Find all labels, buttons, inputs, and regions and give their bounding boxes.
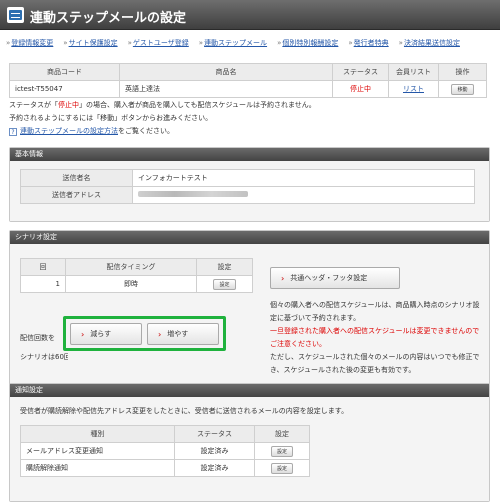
limit-text: シナリオは60回まで増やせます。 [20,353,68,361]
sender-name-label: 送信者名 [20,169,133,187]
count-label: 配信回数を [20,334,55,342]
notification-type: 購読解除通知 [20,459,175,477]
common-header-footer-button[interactable]: › 共通ヘッダ・フッタ設定 [270,267,400,289]
nav-link-publisher-bonus[interactable]: 発行者特典 [348,38,389,50]
col-header-list: 会員リスト [388,63,439,81]
sender-name-value: インフォカートテスト [132,169,475,187]
nav-link-registration[interactable]: 登録情報変更 [6,38,53,50]
notification-type: メールアドレス変更通知 [20,442,175,460]
notification-status: 設定済み [174,442,255,460]
scenario-setting-button[interactable]: 設定 [213,278,236,290]
note-status-red: 停止中 [58,101,79,109]
mail-settings-icon [7,7,24,23]
basic-info-section: 基本情報 送信者名 インフォカートテスト 送信者アドレス [9,147,490,222]
col-header-timing: 配信タイミング [65,258,197,276]
help-icon: ? [9,128,17,136]
scenario-number: 1 [20,275,66,293]
note-text: ステータスが「 [9,101,58,109]
section-header: 通知設定 [10,384,489,397]
col-header-status: ステータス [332,63,389,81]
button-label: 増やす [167,330,189,338]
col-header-action: 操作 [438,63,487,81]
product-table: 商品コード 商品名 ステータス 会員リスト 操作 ictest-T55047 英… [9,63,487,98]
note-line-1: ステータスが「停止中」の場合、購入者が商品を購入しても配信スケジュールは予約され… [9,99,489,112]
table-row: メールアドレス変更通知 設定済み 設定 [20,442,310,460]
title-bar: 連動ステップメールの設定 [0,0,500,30]
sender-address-label: 送信者アドレス [20,186,133,204]
table-row: 購読解除通知 設定済み 設定 [20,459,310,477]
notification-status: 設定済み [174,459,255,477]
warning-text: 一旦登録された購入者への配信スケジュールは変更できませんのでご注意ください。 [270,327,480,348]
help-link[interactable]: 連動ステップメールの設定方法 [20,127,118,135]
status-notes: ステータスが「停止中」の場合、購入者が商品を購入しても配信スケジュールは予約され… [9,99,489,138]
basic-info-table: 送信者名 インフォカートテスト 送信者アドレス [20,169,475,204]
col-header-number: 回 [20,258,66,276]
section-header: シナリオ設定 [10,231,489,244]
notification-setting-button[interactable]: 設定 [270,445,293,457]
nav-links: 登録情報変更 サイト保護設定 ゲストユーザ登録 連動ステップメール 個別特別報酬… [6,38,498,50]
notification-description: 受信者が購読解除や配信先アドレス変更をしたときに、受信者に送信されるメールの内容… [20,407,349,415]
table-row: ictest-T55047 英語上達法 停止中 リスト 移動 [9,80,487,98]
col-header-type: 種別 [20,425,175,443]
table-header-row: 商品コード 商品名 ステータス 会員リスト 操作 [9,63,487,81]
chevron-right-icon: › [81,329,85,339]
button-label: 共通ヘッダ・フッタ設定 [290,274,368,282]
increase-button[interactable]: › 増やす [147,323,219,345]
col-header-name: 商品名 [119,63,333,81]
col-header-setting: 設定 [254,425,310,443]
note-text: をご覧ください。 [118,127,174,135]
notification-setting-button[interactable]: 設定 [270,462,293,474]
page-title: 連動ステップメールの設定 [30,11,187,26]
scenario-timing: 即時 [65,275,197,293]
nav-link-special-reward[interactable]: 個別特別報酬設定 [277,38,338,50]
nav-link-step-mail[interactable]: 連動ステップメール [199,38,267,50]
member-list-link[interactable]: リスト [403,85,424,93]
note-text: 」の場合、購入者が商品を購入しても配信スケジュールは予約されません。 [79,101,316,109]
button-label: 減らす [90,330,112,338]
nav-link-payment-result[interactable]: 決済結果送信設定 [399,38,460,50]
chevron-right-icon: › [281,273,285,283]
col-header-setting: 設定 [196,258,253,276]
table-row: 1 即時 設定 [20,275,253,293]
note-text: 個々の購入者への配信スケジュールは、商品購入時点のシナリオ設定に基づいて予約され… [270,301,480,322]
product-code: ictest-T55047 [9,80,120,98]
notification-table: 種別 ステータス 設定 メールアドレス変更通知 設定済み 設定 購読解除通知 設… [20,425,310,477]
sender-address-redacted [138,191,248,197]
scenario-table: 回 配信タイミング 設定 1 即時 設定 [20,258,253,293]
status-badge: 停止中 [332,80,389,98]
note-line-3: ? 連動ステップメールの設定方法をご覧ください。 [9,125,489,138]
notification-section: 通知設定 受信者が購読解除や配信先アドレス変更をしたときに、受信者に送信されるメ… [9,383,490,502]
note-text: ただし、スケジュールされた個々のメールの内容はいつでも修正でき、スケジュールされ… [270,353,480,374]
move-button[interactable]: 移動 [451,83,474,95]
scenario-side-note: 個々の購入者への配信スケジュールは、商品購入時点のシナリオ設定に基づいて予約され… [270,299,480,377]
col-header-status: ステータス [174,425,255,443]
nav-link-site-protection[interactable]: サイト保護設定 [63,38,118,50]
nav-link-guest-user[interactable]: ゲストユーザ登録 [128,38,189,50]
section-header: 基本情報 [10,148,489,161]
product-name: 英語上達法 [119,80,333,98]
chevron-right-icon: › [158,329,162,339]
decrease-button[interactable]: › 減らす [70,323,142,345]
note-line-2: 予約されるようにするには「移動」ボタンからお進みください。 [9,114,213,122]
col-header-code: 商品コード [9,63,120,81]
scenario-section: シナリオ設定 回 配信タイミング 設定 1 即時 設定 › 共通ヘッダ・フッタ設… [9,230,490,385]
